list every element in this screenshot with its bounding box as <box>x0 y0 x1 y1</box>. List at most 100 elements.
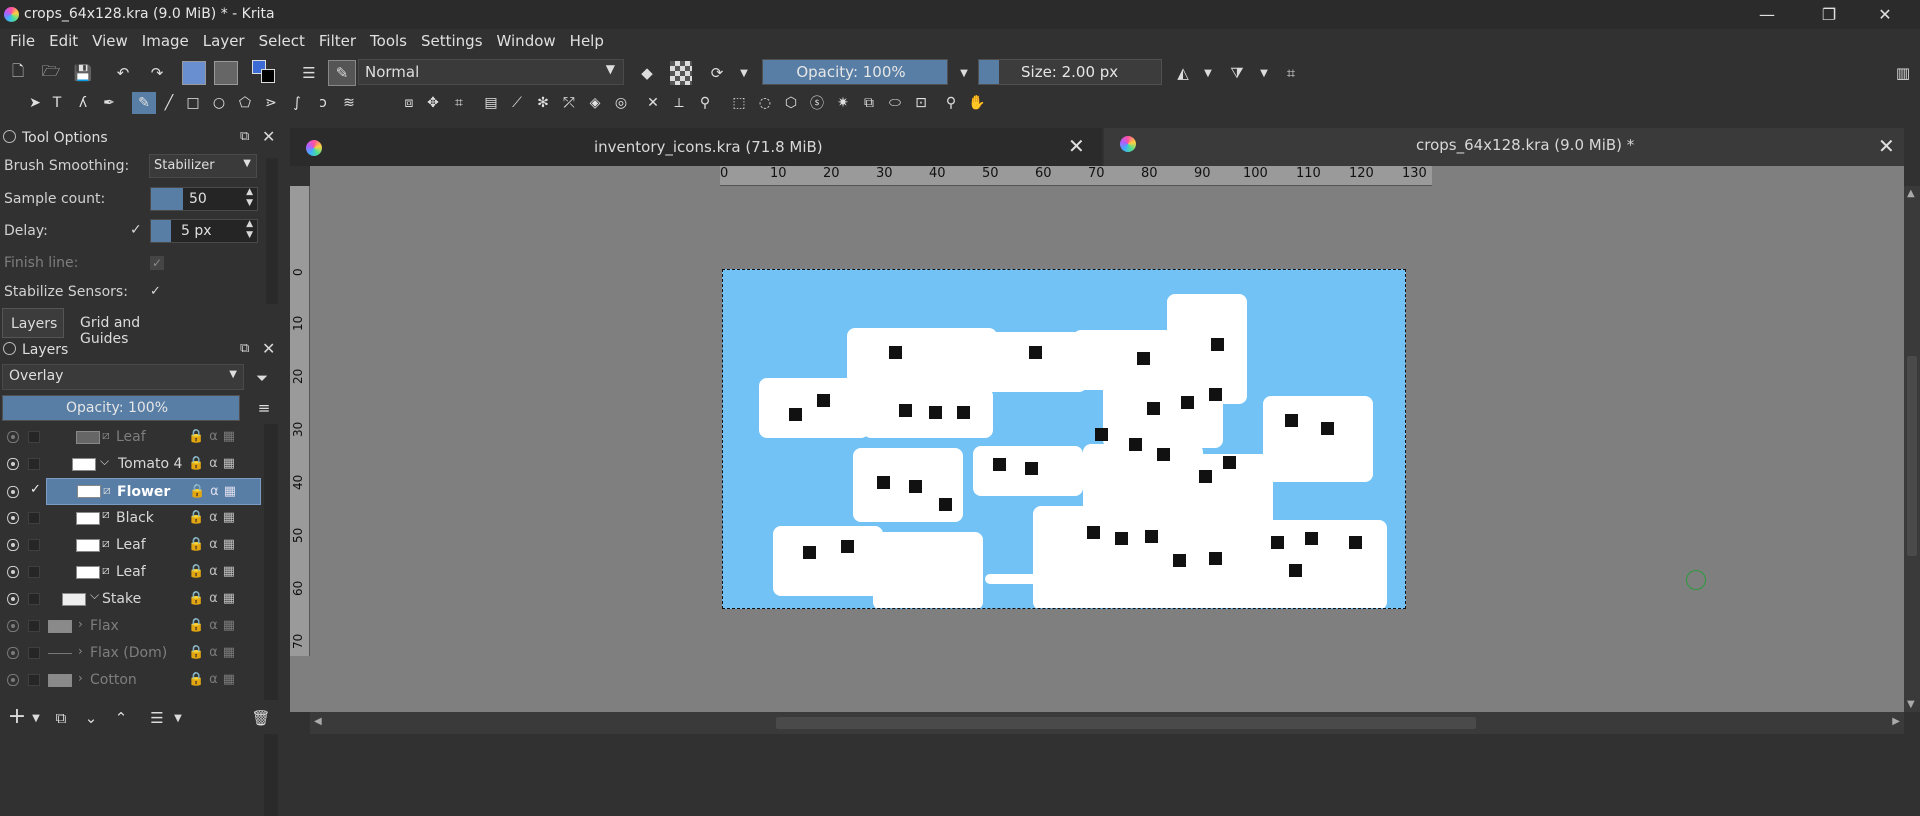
magic-wand-icon[interactable]: ✷ <box>834 94 852 112</box>
move-layer-down-icon[interactable]: ⌄ <box>80 706 102 730</box>
menu-layer[interactable]: Layer <box>196 29 252 55</box>
gradient-tool-icon[interactable]: ▤ <box>482 94 500 112</box>
blend-mode-select[interactable]: Normal ▼ <box>358 59 624 85</box>
menu-help[interactable]: Help <box>563 29 611 55</box>
layer-opacity-slider[interactable]: Opacity: 100% <box>2 395 240 421</box>
move-tool-icon[interactable]: ✥ <box>424 94 442 112</box>
scroll-right-icon[interactable]: ▶ <box>1892 716 1900 727</box>
pin-icon[interactable]: ⚲ <box>696 94 714 112</box>
dynamic-brush-icon[interactable]: ≋ <box>340 94 358 112</box>
pattern-preset-icon[interactable] <box>214 61 238 85</box>
scroll-up-icon[interactable]: ▲ <box>1907 188 1915 199</box>
vertical-scroll-thumb[interactable] <box>1907 356 1917 556</box>
layer-row[interactable]: › Flax (Dom) 🔒α▦ <box>0 640 262 667</box>
freehand-select-icon[interactable]: ⓢ <box>808 94 826 112</box>
visibility-eye-icon[interactable] <box>7 458 19 470</box>
layer-menu-icon[interactable]: ≡ <box>254 396 274 420</box>
eraser-icon[interactable]: ◆ <box>636 61 658 85</box>
layer-flag-icons[interactable]: 🔒α▦ <box>188 618 240 633</box>
chevron-down-icon[interactable]: ▼ <box>1258 61 1270 85</box>
minimize-button[interactable]: — <box>1744 0 1790 29</box>
visibility-eye-icon[interactable] <box>7 486 19 498</box>
layer-row-selected[interactable]: ⧄ Flower 🔒α▦ <box>46 478 261 505</box>
finish-line-checkbox[interactable]: ✓ <box>150 256 164 270</box>
calligraphy-icon[interactable]: ✒ <box>100 94 118 112</box>
pan-tool-icon[interactable]: ✋ <box>968 94 986 112</box>
vertical-scrollbar[interactable]: ▲ ▼ <box>1904 186 1920 712</box>
layer-checkbox-checked[interactable]: ✓ <box>30 482 41 497</box>
preserve-alpha-icon[interactable] <box>670 61 692 85</box>
duplicate-layer-icon[interactable]: ⧉ <box>50 706 72 730</box>
layer-flag-icons[interactable]: 🔒α▦ <box>188 645 240 660</box>
gradient-preset-icon[interactable] <box>182 61 206 85</box>
reference-tool-icon[interactable]: ⟂ <box>670 94 688 112</box>
visibility-eye-icon[interactable] <box>7 647 19 659</box>
visibility-eye-icon[interactable] <box>7 620 19 632</box>
sample-count-spinbox[interactable]: 50 ▲ ▼ <box>150 187 258 211</box>
ellipse-select-icon[interactable]: ◌ <box>756 94 774 112</box>
opacity-slider[interactable]: Opacity: 100% <box>762 59 948 85</box>
layer-checkbox[interactable] <box>28 539 40 551</box>
bezier-select-icon[interactable]: ⬭ <box>886 94 904 112</box>
smart-patch-icon[interactable]: ✻ <box>534 94 552 112</box>
polygon-tool-icon[interactable]: ⬠ <box>236 94 254 112</box>
layer-row[interactable]: ⧄ Black 🔒α▦ <box>0 505 262 532</box>
visibility-eye-icon[interactable] <box>7 539 19 551</box>
add-layer-icon[interactable]: + <box>6 704 28 729</box>
visibility-eye-icon[interactable] <box>7 566 19 578</box>
restore-button[interactable]: ❐ <box>1806 0 1852 29</box>
layer-list-scrollbar[interactable] <box>264 424 278 816</box>
layer-properties-icon[interactable]: ☰ <box>146 706 168 730</box>
layer-row[interactable]: ⧄ Leaf 🔒α▦ <box>0 532 262 559</box>
measure-tool-icon[interactable]: ✕ <box>644 94 662 112</box>
group-collapsed-icon[interactable]: › <box>78 671 83 685</box>
move-layer-up-icon[interactable]: ⌃ <box>110 706 132 730</box>
menu-tools[interactable]: Tools <box>363 29 414 55</box>
layer-flag-icons[interactable]: 🔒α▦ <box>188 672 240 687</box>
layer-flag-icons[interactable]: 🔒α▦ <box>188 591 240 606</box>
line-tool-icon[interactable]: ╱ <box>160 94 178 112</box>
layer-checkbox[interactable] <box>28 620 40 632</box>
layer-flag-icons[interactable]: 🔒α▦ <box>188 456 240 471</box>
delay-checkbox[interactable]: ✓ <box>130 222 142 238</box>
delay-spinbox[interactable]: 5 px ▲ ▼ <box>150 219 258 243</box>
chevron-down-icon[interactable]: ▼ <box>958 61 970 85</box>
float-docker-icon[interactable]: ⧉ <box>240 341 249 356</box>
new-document-icon[interactable]: 🗋 <box>8 61 28 85</box>
dock-layout-icon[interactable]: ▥ <box>1892 61 1914 85</box>
wrap-around-icon[interactable]: ⌗ <box>1280 61 1302 85</box>
layer-row[interactable]: ⧄ Leaf 🔒α▦ <box>0 559 262 586</box>
menu-select[interactable]: Select <box>252 29 312 55</box>
chevron-down-icon[interactable]: ▼ <box>1202 61 1214 85</box>
layer-flag-icons[interactable]: 🔒α▦ <box>188 510 240 525</box>
close-tab-icon[interactable]: ✕ <box>1068 134 1085 158</box>
freehand-brush-icon[interactable]: ✎ <box>132 92 156 114</box>
brush-smoothing-select[interactable]: Stabilizer ▼ <box>149 154 257 178</box>
mirror-horizontal-icon[interactable]: ◭ <box>1172 61 1194 85</box>
menu-file[interactable]: File <box>0 29 42 55</box>
layer-checkbox[interactable] <box>28 431 40 443</box>
redo-icon[interactable]: ↷ <box>146 61 168 85</box>
freehand-path-icon[interactable]: ↄ <box>314 94 332 112</box>
layer-blend-mode-select[interactable]: Overlay ▼ <box>2 364 244 390</box>
fill-tool-icon[interactable]: ◈ <box>586 94 604 112</box>
spin-arrows-icon[interactable]: ▲ ▼ <box>246 187 253 209</box>
layer-checkbox[interactable] <box>28 647 40 659</box>
similar-select-icon[interactable]: ⧉ <box>860 94 878 112</box>
bezier-tool-icon[interactable]: ∫ <box>288 94 306 112</box>
ellipse-tool-icon[interactable]: ○ <box>210 94 228 112</box>
close-docker-icon[interactable]: ✕ <box>262 339 275 358</box>
menu-filter[interactable]: Filter <box>312 29 363 55</box>
layer-checkbox[interactable] <box>28 674 40 686</box>
brush-settings-icon[interactable]: ☰ <box>298 61 320 85</box>
filter-icon[interactable]: ⏷ <box>250 366 274 390</box>
rectangle-tool-icon[interactable]: □ <box>184 94 202 112</box>
brush-preset-icon[interactable]: ✎ <box>328 60 356 86</box>
visibility-eye-icon[interactable] <box>7 512 19 524</box>
close-docker-icon[interactable]: ✕ <box>262 127 275 146</box>
mirror-vertical-icon[interactable]: ⧩ <box>1226 61 1248 85</box>
save-icon[interactable]: 💾 <box>72 61 94 85</box>
layer-flag-icons[interactable]: 🔒α▦ <box>188 564 240 579</box>
layer-flag-icons[interactable]: 🔒α▦ <box>189 484 241 499</box>
magnetic-select-icon[interactable]: ⊡ <box>912 94 930 112</box>
